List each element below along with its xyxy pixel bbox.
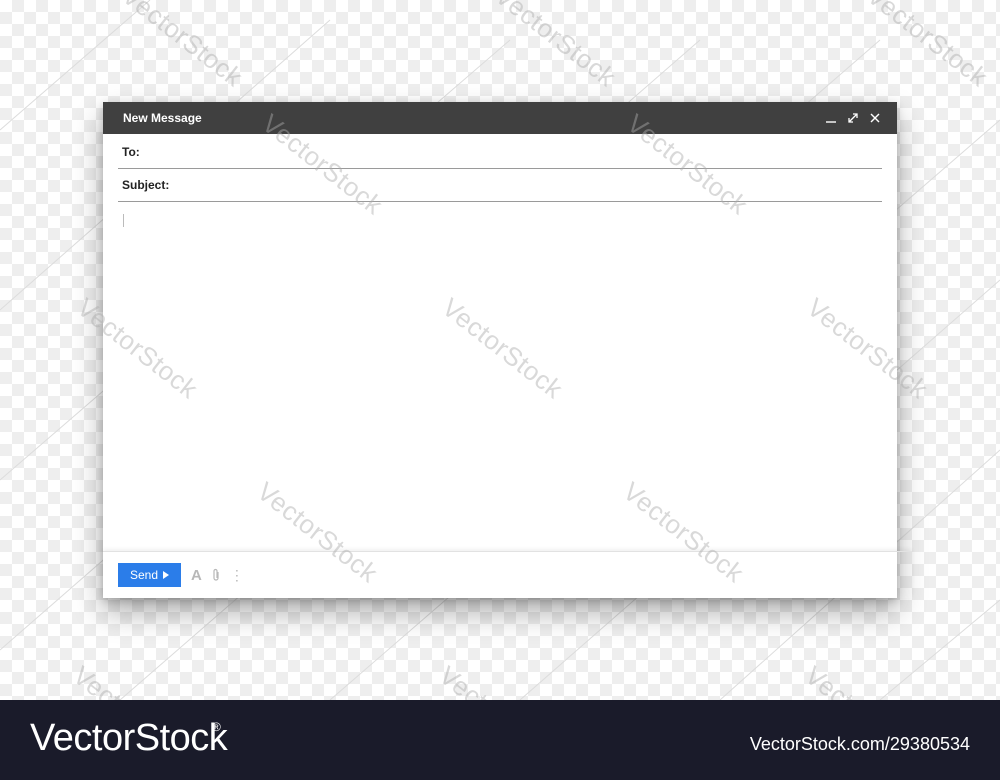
- paperclip-icon: [213, 568, 219, 581]
- maximize-button[interactable]: [845, 110, 861, 126]
- stock-footer-bar: VectorStock ® VectorStock.com/29380534: [0, 700, 1000, 780]
- send-button[interactable]: Send: [118, 563, 181, 587]
- transparent-checkerboard-background: New Message To: Subject: Send A ⋮ Vector…: [0, 0, 1000, 700]
- compose-titlebar: New Message: [103, 102, 897, 134]
- subject-label: Subject:: [122, 178, 170, 192]
- minimize-button[interactable]: [823, 110, 839, 126]
- to-field-row: To:: [118, 136, 882, 169]
- subject-field-row: Subject:: [118, 169, 882, 202]
- attachment-icon[interactable]: [212, 568, 220, 582]
- minimize-icon: [826, 121, 836, 123]
- close-button[interactable]: [867, 110, 883, 126]
- compose-footer-toolbar: Send A ⋮: [103, 551, 912, 598]
- send-arrow-icon: [163, 571, 170, 579]
- message-body-editor[interactable]: [118, 205, 882, 547]
- send-label: Send: [129, 568, 159, 582]
- to-label: To:: [122, 145, 140, 159]
- compose-title: New Message: [123, 111, 202, 125]
- formatting-icon[interactable]: A: [191, 567, 202, 584]
- brand-logo: VectorStock: [30, 717, 228, 759]
- text-cursor: [123, 214, 124, 227]
- stock-image-id: VectorStock.com/29380534: [749, 734, 970, 754]
- close-icon: [870, 113, 880, 123]
- expand-icon: [848, 113, 858, 123]
- subject-input[interactable]: [169, 172, 882, 198]
- to-input[interactable]: [139, 139, 882, 165]
- registered-mark: ®: [212, 720, 221, 734]
- window-controls: [823, 110, 883, 126]
- more-options-icon[interactable]: ⋮: [230, 567, 244, 584]
